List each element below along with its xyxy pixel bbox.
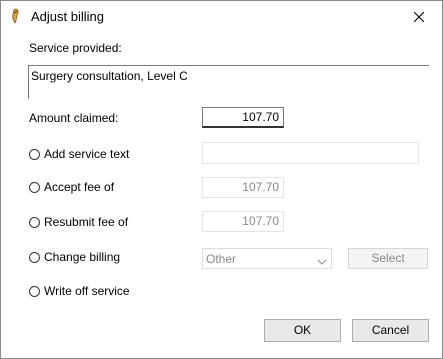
billing-dropdown[interactable]: Other [202, 248, 332, 269]
radio-add-service-text[interactable]: Add service text [29, 146, 129, 162]
amount-claimed-field[interactable]: 107.70 [202, 107, 284, 128]
radio-change-billing[interactable]: Change billing [29, 249, 120, 265]
title-bar: Adjust billing [1, 1, 442, 32]
service-provided-field[interactable]: Surgery consultation, Level C [28, 65, 429, 99]
cancel-button[interactable]: Cancel [352, 319, 429, 342]
change-billing-label: Change billing [44, 250, 121, 264]
resubmit-fee-label: Resubmit fee of [44, 215, 129, 229]
service-text-input[interactable] [202, 142, 419, 164]
app-icon [9, 8, 23, 24]
service-provided-label: Service provided: [29, 41, 122, 55]
radio-resubmit-fee[interactable]: Resubmit fee of [29, 214, 128, 230]
radio-button[interactable] [29, 181, 40, 193]
radio-write-off[interactable]: Write off service [29, 283, 130, 299]
close-icon [414, 11, 424, 22]
radio-button[interactable] [29, 251, 40, 263]
select-button[interactable]: Select [348, 248, 428, 269]
chevron-down-icon [317, 254, 327, 268]
amount-claimed-label: Amount claimed: [29, 111, 119, 125]
close-button[interactable] [396, 1, 442, 32]
accept-fee-input[interactable]: 107.70 [202, 177, 284, 198]
adjust-billing-dialog: Adjust billing Service provided: Surgery… [0, 0, 443, 359]
resubmit-fee-input[interactable]: 107.70 [202, 211, 284, 232]
radio-button[interactable] [29, 148, 40, 160]
radio-button[interactable] [29, 216, 40, 228]
write-off-label: Write off service [44, 284, 130, 298]
accept-fee-label: Accept fee of [44, 180, 115, 194]
billing-dropdown-value: Other [206, 252, 237, 266]
window-title: Adjust billing [31, 9, 104, 24]
add-service-text-label: Add service text [44, 147, 130, 161]
radio-accept-fee[interactable]: Accept fee of [29, 179, 114, 195]
radio-button[interactable] [29, 285, 40, 297]
ok-button[interactable]: OK [264, 319, 341, 342]
